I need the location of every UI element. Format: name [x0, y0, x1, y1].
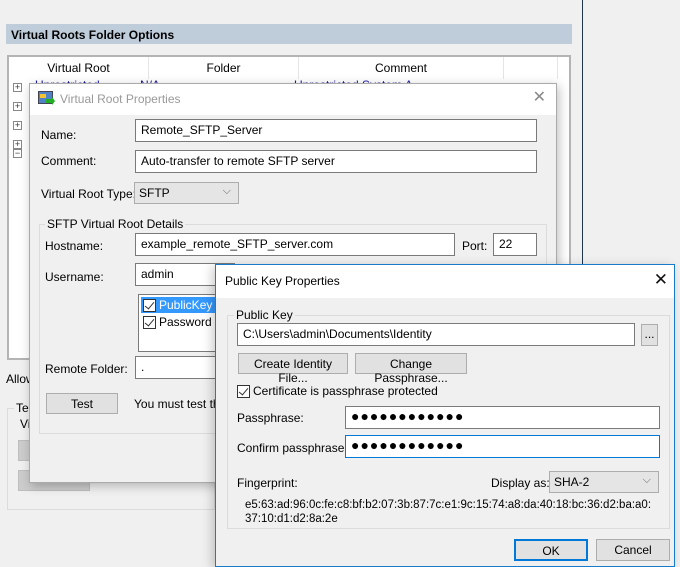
checkbox-checked-icon[interactable]: [237, 384, 250, 398]
create-identity-file-button[interactable]: Create Identity File...: [238, 353, 348, 385]
ok-button[interactable]: OK: [514, 539, 588, 561]
chevron-down-icon: ⌵: [222, 185, 231, 197]
passphrase-input[interactable]: ●●●●●●●●●●●●: [345, 406, 660, 429]
remote-folder-label: Remote Folder:: [45, 362, 128, 376]
confirm-passphrase-label: Confirm passphrase:: [237, 441, 348, 455]
sftp-details-label: SFTP Virtual Root Details: [45, 217, 186, 231]
public-key-properties-dialog: Public Key Properties ✕ Public Key C:\Us…: [215, 264, 675, 567]
change-passphrase-button[interactable]: Change Passphrase...: [355, 353, 467, 385]
column-virtual-root[interactable]: Virtual Root: [9, 57, 149, 79]
section-title: Virtual Roots Folder Options: [6, 24, 572, 44]
passphrase-protected-checkbox[interactable]: Certificate is passphrase protected: [237, 384, 438, 398]
key-path-input[interactable]: C:\Users\admin\Documents\Identity: [237, 323, 635, 346]
chevron-down-icon: ⌵: [642, 474, 651, 486]
hostname-label: Hostname:: [45, 239, 104, 253]
cancel-button[interactable]: Cancel: [596, 539, 670, 561]
username-label: Username:: [45, 270, 104, 284]
close-icon[interactable]: ✕: [654, 271, 668, 288]
dialog-title: Public Key Properties: [225, 274, 340, 288]
test-button[interactable]: Test: [46, 393, 118, 414]
display-as-value: SHA-2: [554, 475, 590, 489]
display-as-select[interactable]: SHA-2 ⌵: [549, 471, 659, 493]
public-key-group-label: Public Key: [234, 308, 295, 322]
dialog-title: Virtual Root Properties: [60, 92, 181, 106]
type-label: Virtual Root Type:: [41, 187, 136, 201]
column-comment[interactable]: Comment: [299, 57, 504, 79]
checkbox-label: Certificate is passphrase protected: [253, 384, 438, 398]
dialog-titlebar[interactable]: Public Key Properties ✕: [216, 265, 674, 298]
name-input[interactable]: Remote_SFTP_Server: [135, 119, 537, 142]
fingerprint-label: Fingerprint:: [237, 476, 298, 490]
expand-icon[interactable]: +: [13, 83, 22, 92]
test-note: You must test the: [134, 397, 227, 411]
passphrase-label: Passphrase:: [237, 411, 304, 425]
checkbox-checked-icon[interactable]: [143, 298, 156, 312]
fingerprint-line-2: 37:10:d1:d2:8a:2e: [245, 513, 338, 525]
hostname-input[interactable]: example_remote_SFTP_server.com: [135, 233, 455, 256]
display-as-label: Display as:: [491, 476, 550, 490]
column-extra[interactable]: [504, 57, 558, 79]
auth-item-label: Password: [159, 315, 212, 329]
port-label: Port:: [462, 239, 488, 253]
virtual-root-app-icon: [38, 91, 55, 105]
column-folder[interactable]: Folder: [149, 57, 299, 79]
list-header: Virtual Root Folder Comment: [9, 57, 569, 79]
expand-icon[interactable]: +: [13, 121, 22, 130]
fingerprint-line-1: e5:63:ad:96:0c:fe:c8:bf:b2:07:3b:87:7c:e…: [245, 499, 652, 511]
dialog-titlebar[interactable]: Virtual Root Properties ✕: [30, 84, 556, 115]
type-value: SFTP: [139, 186, 170, 200]
port-input[interactable]: 22: [493, 233, 537, 256]
comment-label: Comment:: [41, 154, 97, 168]
confirm-passphrase-input[interactable]: ●●●●●●●●●●●●: [345, 435, 660, 458]
checkbox-checked-icon[interactable]: [143, 315, 156, 329]
comment-input[interactable]: Auto-transfer to remote SFTP server: [135, 150, 537, 173]
close-icon[interactable]: ✕: [533, 90, 546, 106]
type-select[interactable]: SFTP ⌵: [134, 182, 239, 204]
auth-item-label: PublicKey: [159, 298, 213, 312]
expand-icon[interactable]: +: [13, 102, 22, 111]
browse-button[interactable]: ...: [641, 324, 658, 346]
collapse-icon[interactable]: −: [13, 149, 22, 158]
name-label: Name:: [41, 128, 77, 142]
